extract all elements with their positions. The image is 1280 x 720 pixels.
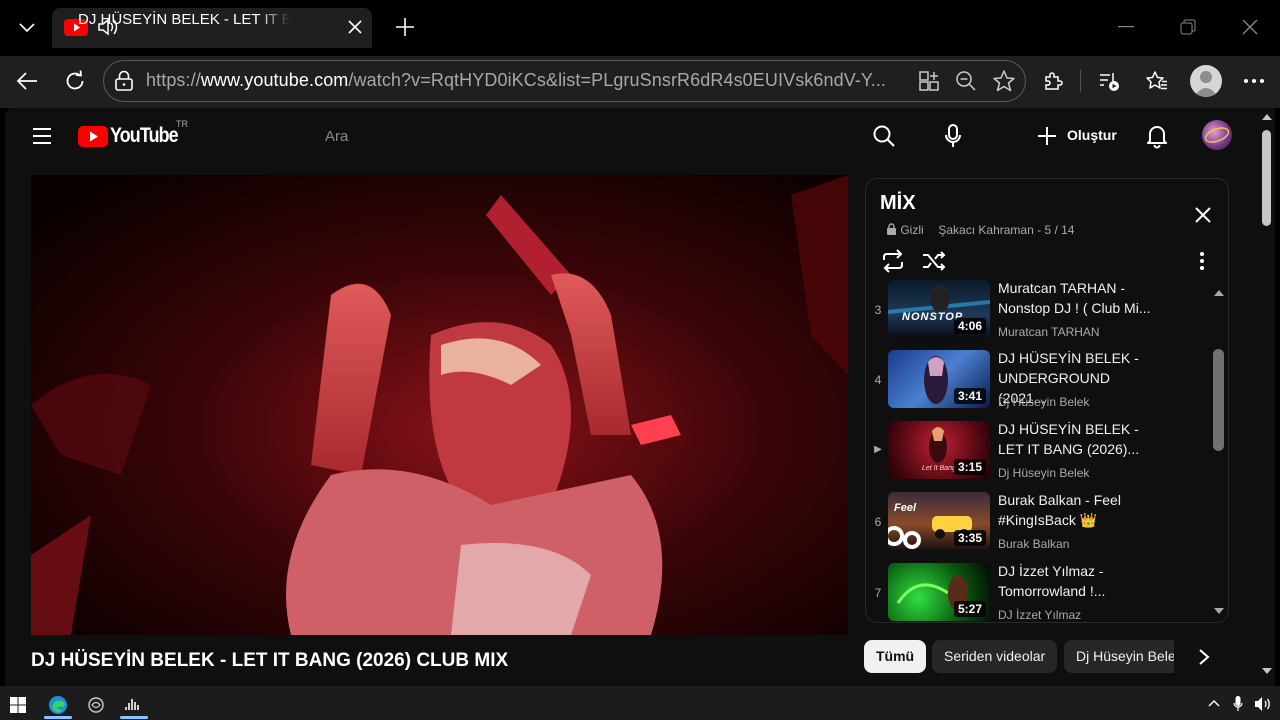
toolbar-divider: [1080, 70, 1081, 92]
lock-site-info-icon[interactable]: [114, 70, 134, 92]
item-channel: Burak Balkan: [998, 537, 1070, 551]
item-index: 4: [874, 373, 882, 387]
window-close-icon[interactable]: [1242, 19, 1258, 35]
panel-scroll-up-icon[interactable]: [1214, 290, 1224, 296]
windows-start-icon[interactable]: [10, 697, 26, 713]
privacy-label: Gizli: [900, 223, 924, 237]
playlist-owner[interactable]: Şakacı Kahraman: [938, 223, 1033, 237]
item-duration: 4:06: [953, 318, 986, 334]
zoom-icon[interactable]: [955, 70, 977, 92]
shuffle-icon[interactable]: [921, 249, 947, 273]
playlist-close-icon[interactable]: [1194, 206, 1212, 224]
chip-channel[interactable]: Dj Hüseyin Belek: [1064, 640, 1174, 673]
window-restore-icon[interactable]: [1180, 19, 1196, 35]
profile-avatar-icon[interactable]: [1190, 65, 1222, 97]
lock-icon: [887, 223, 896, 235]
video-frame: [31, 175, 848, 635]
item-thumbnail: 3:41: [888, 350, 990, 408]
chips-next-icon[interactable]: [1198, 648, 1210, 666]
account-avatar[interactable]: [1202, 120, 1232, 150]
taskbar-active-indicator: [44, 716, 72, 719]
chatgpt-app-icon[interactable]: [87, 696, 105, 714]
playlist-item[interactable]: 4 3:41 DJ HÜSEYİN BELEK - UNDERGROUND (20…: [866, 350, 1211, 410]
favorite-star-icon[interactable]: [992, 69, 1016, 93]
refresh-icon[interactable]: [64, 70, 86, 92]
create-label: Oluştur: [1067, 127, 1117, 143]
tray-chevron-up-icon[interactable]: [1208, 699, 1220, 707]
url-text[interactable]: https://www.youtube.com/watch?v=RqtHYD0i…: [146, 70, 906, 91]
playlist-more-icon[interactable]: [1200, 252, 1204, 270]
playlist-items: 3 NONSTOP 4:06 Muratcan TARHAN - Nonstop …: [866, 280, 1211, 623]
thumbnail-text: Let It Bang: [922, 465, 956, 472]
video-title: DJ HÜSEYİN BELEK - LET IT BANG (2026) CL…: [31, 650, 509, 671]
audio-app-icon[interactable]: [125, 697, 141, 711]
youtube-logo[interactable]: YouTube TR: [78, 119, 198, 151]
tab-close-icon[interactable]: [347, 19, 363, 35]
page-scroll-thumb[interactable]: [1262, 130, 1271, 226]
playlist-meta: Gizli Şakacı Kahraman - 5 / 14: [886, 223, 1074, 237]
loop-icon[interactable]: [880, 249, 906, 273]
item-title: Muratcan TARHAN - Nonstop DJ ! ( Club Mi.…: [998, 280, 1151, 316]
item-index: 3: [874, 303, 882, 317]
item-channel: Dj Hüseyin Belek: [998, 466, 1090, 480]
item-channel: Muratcan TARHAN: [998, 325, 1100, 339]
microphone-icon[interactable]: [943, 123, 963, 149]
tab-actions-chevron-icon[interactable]: [18, 18, 36, 36]
tray-volume-icon[interactable]: [1254, 696, 1272, 712]
chip-channel-wrap: Dj Hüseyin Belek: [1064, 640, 1174, 673]
back-arrow-icon[interactable]: [15, 70, 39, 92]
search-icon[interactable]: [872, 124, 896, 148]
new-tab-icon[interactable]: [394, 16, 416, 38]
search-input[interactable]: Ara: [325, 128, 348, 145]
item-thumbnail: Let It Bang 3:15: [888, 421, 990, 479]
item-duration: 3:41: [953, 388, 986, 404]
scroll-up-arrow-icon[interactable]: [1262, 114, 1272, 120]
item-title: DJ İzzet Yılmaz - Tomorrowland !...: [998, 563, 1106, 599]
edge-browser-icon[interactable]: [48, 695, 68, 715]
item-thumbnail: NONSTOP 4:06: [888, 280, 990, 338]
window-minimize-icon[interactable]: [1118, 26, 1134, 28]
item-channel: Dj Hüseyin Belek: [998, 395, 1090, 409]
item-duration: 3:15: [953, 459, 986, 475]
thumbnail-text: Feel: [894, 502, 917, 514]
chip-all[interactable]: Tümü: [864, 640, 927, 673]
hamburger-menu-icon[interactable]: [32, 127, 52, 145]
tray-microphone-icon[interactable]: [1233, 695, 1243, 713]
item-channel: DJ İzzet Yılmaz: [998, 608, 1082, 622]
extensions-icon[interactable]: [1042, 70, 1064, 92]
item-thumbnail: Feel 3:35: [888, 492, 990, 550]
scroll-down-arrow-icon[interactable]: [1262, 668, 1272, 674]
playlist-item[interactable]: 3 NONSTOP 4:06 Muratcan TARHAN - Nonstop …: [866, 280, 1211, 340]
item-title: DJ HÜSEYİN BELEK - LET IT BANG (2026)...: [998, 421, 1140, 457]
media-control-icon[interactable]: [1097, 69, 1121, 93]
windows-taskbar: [0, 686, 1280, 720]
item-thumbnail: 5:27: [888, 563, 990, 621]
playlist-item[interactable]: 6 Feel 3:35 Burak Balkan - Feel #KingIsBa…: [866, 492, 1211, 552]
favorites-icon[interactable]: [1145, 69, 1169, 93]
panel-scroll-down-icon[interactable]: [1214, 608, 1224, 614]
item-duration: 3:35: [953, 530, 986, 546]
playlist-item-current[interactable]: ▶ Let It Bang 3:15 DJ HÜSEYİN BELEK - LET…: [866, 421, 1211, 481]
now-playing-icon: ▶: [874, 444, 882, 455]
item-index: 6: [874, 515, 882, 529]
youtube-logo-text: YouTube: [110, 124, 179, 147]
video-player[interactable]: [31, 175, 848, 635]
region-code: TR: [176, 119, 188, 129]
tab-title: DJ HÜSEYİN BELEK - LET IT BANG (2026) CL…: [78, 11, 290, 28]
notifications-bell-icon[interactable]: [1145, 123, 1169, 149]
panel-scroll-thumb[interactable]: [1213, 349, 1224, 451]
app-available-icon[interactable]: [918, 70, 940, 92]
item-duration: 5:27: [953, 601, 986, 617]
create-button[interactable]: Oluştur: [1036, 124, 1117, 148]
item-index: 7: [874, 586, 882, 600]
playlist-title[interactable]: MİX: [880, 192, 916, 215]
item-title: Burak Balkan - Feel #KingIsBack 👑: [998, 492, 1121, 528]
playlist-item[interactable]: 7 5:27 DJ İzzet Yılmaz - Tomorrowland !..…: [866, 563, 1211, 623]
playlist-position: 5 / 14: [1044, 223, 1075, 237]
settings-more-icon[interactable]: [1244, 79, 1264, 83]
chip-series-videos[interactable]: Seriden videolar: [932, 640, 1058, 673]
taskbar-active-indicator-2: [120, 716, 148, 719]
